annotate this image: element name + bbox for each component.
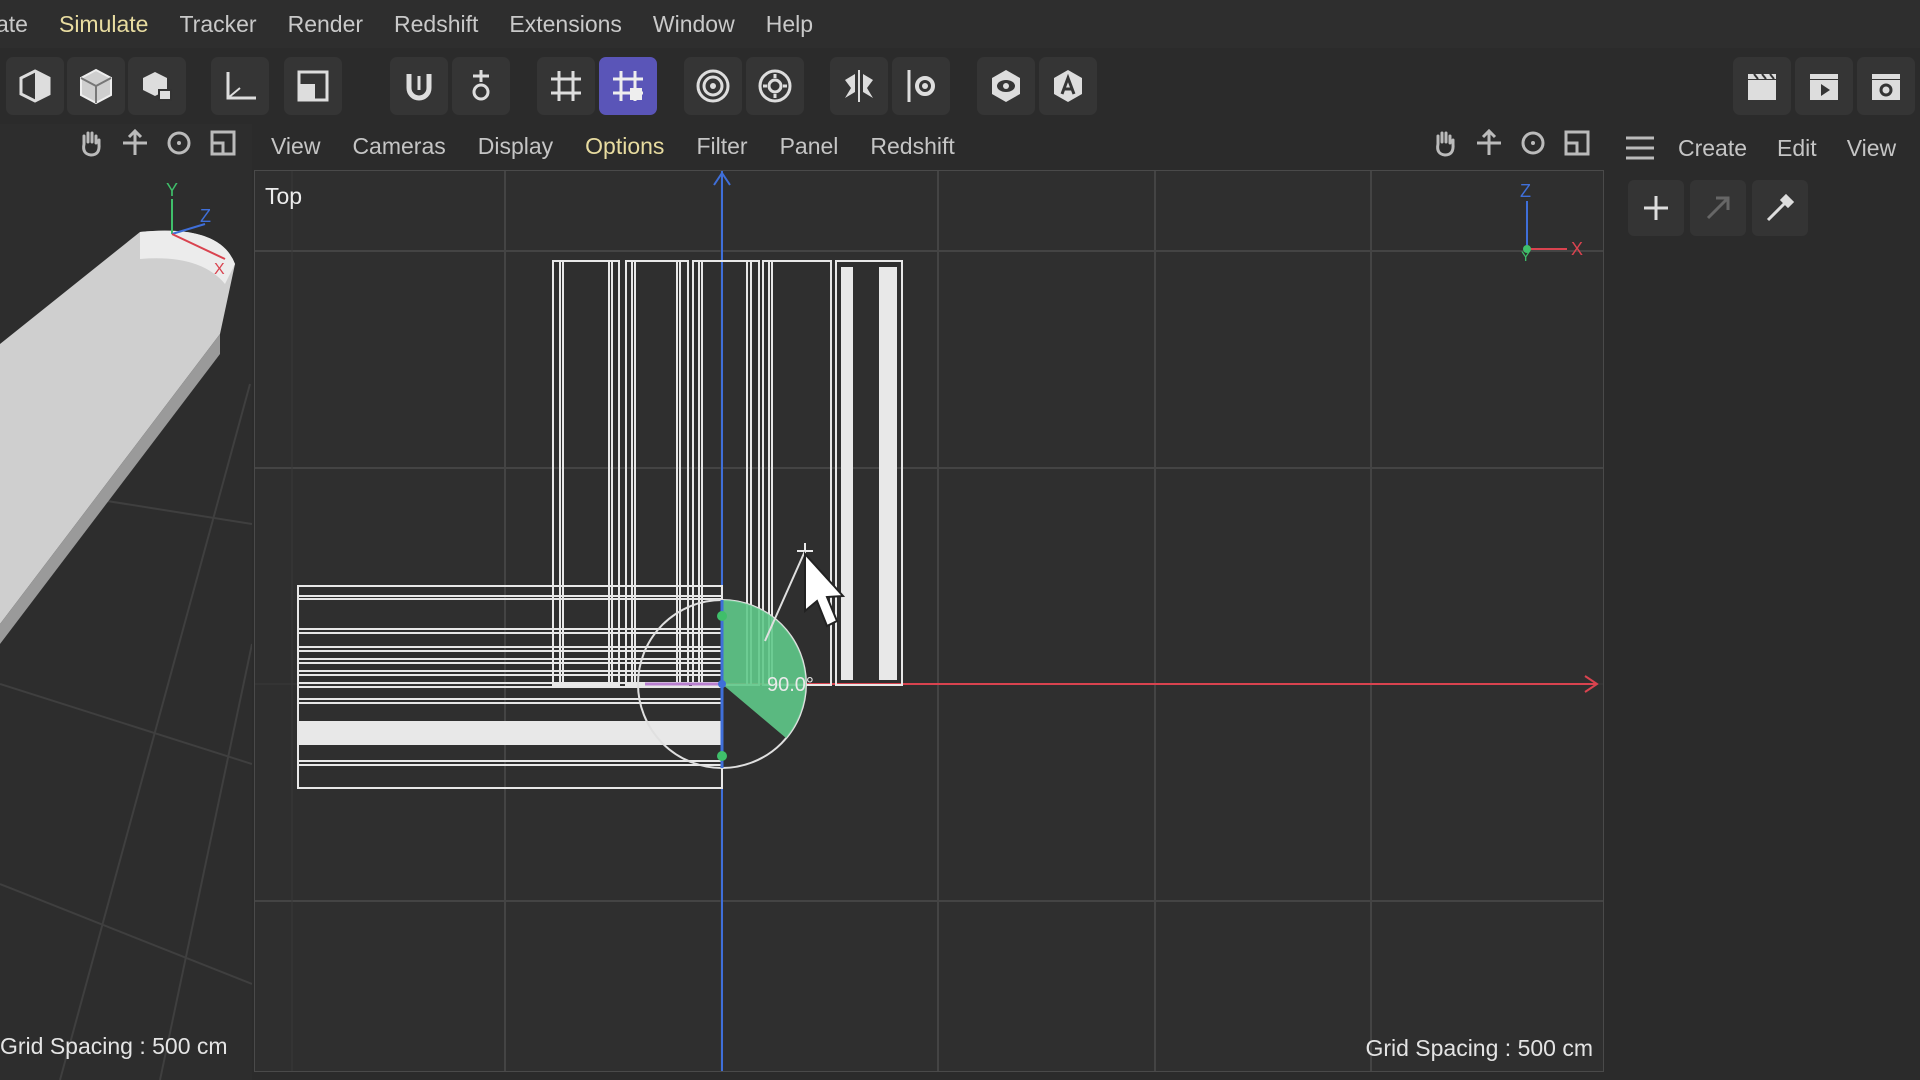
viewport-name-label: Top [265,183,303,209]
mouse-cursor-icon [804,551,846,628]
menu-item-window[interactable]: Window [653,11,735,38]
cube-solid-button[interactable] [67,57,125,115]
viewport-menu-panel[interactable]: Panel [780,133,839,160]
gear-target-icon [758,69,792,103]
right-menu-create[interactable]: Create [1678,135,1747,162]
move-icon [1477,128,1501,155]
main-pan-button[interactable] [1428,126,1462,160]
visibility-button[interactable] [977,57,1035,115]
add-button[interactable] [1628,180,1684,236]
viewport-menu-display[interactable]: Display [478,133,553,160]
cube-solid-icon [80,68,112,105]
render-settings-icon [1872,74,1900,100]
viewport-menu-cameras[interactable]: Cameras [352,133,445,160]
clapboard-button[interactable] [1733,57,1791,115]
top-viewport[interactable]: 90.0° Z Y X Top Grid Spacing : 500 cm [254,170,1604,1072]
grid-snap-active-icon [613,71,643,101]
layout-button[interactable] [206,126,240,160]
snap-settings-button[interactable] [452,57,510,115]
menu-item-simulate[interactable]: Simulate [59,11,148,38]
perspective-scene: Y Z X [0,180,252,1080]
hand-icon [82,131,101,157]
top-viewport-scene: 90.0° Z Y X [255,171,1603,1071]
gear-target-button[interactable] [746,57,804,115]
menu-item-tracker[interactable]: Tracker [179,11,256,38]
right-menu-view[interactable]: View [1847,135,1896,162]
rotate-view-button[interactable] [162,126,196,160]
menu-item-extensions[interactable]: Extensions [509,11,622,38]
grid-snap-icon [551,71,581,101]
target-icon [696,69,730,103]
attribute-button[interactable] [1039,57,1097,115]
grid-snap-active-button[interactable] [599,57,657,115]
right-panel-menubar: Create Edit View [1624,134,1896,162]
generator-icon [143,72,172,101]
main-layout-button[interactable] [1560,126,1594,160]
menu-item-redshift[interactable]: Redshift [394,11,478,38]
render-viewport-button[interactable] [1795,57,1853,115]
rotate-icon [1521,131,1545,155]
left-axis-y-label: Y [166,180,178,200]
attribute-icon [1054,70,1082,102]
viewport-menubar: View Cameras Display Options Filter Pane… [271,124,987,168]
viewport-menu-options[interactable]: Options [585,133,664,160]
visibility-icon [992,70,1020,102]
axis-icon [226,72,256,100]
magnet-icon [406,74,432,101]
top-axis-x-label: X [1571,239,1583,259]
symmetry-button[interactable] [830,57,888,115]
main-menubar: ate Simulate Tracker Render Redshift Ext… [0,0,1920,48]
top-axis-z-label: Z [1520,181,1531,201]
viewport-menu-view[interactable]: View [271,133,320,160]
symmetry-settings-button[interactable] [892,57,950,115]
axis-button[interactable] [211,57,269,115]
rotate-icon [167,131,191,155]
symmetry-settings-icon [907,70,935,102]
render-viewport-icon [1810,74,1838,100]
plus-icon [1644,196,1668,220]
pan-button[interactable] [74,126,108,160]
move-icon [123,128,147,155]
top-grid-spacing-label: Grid Spacing : 500 cm [1365,1035,1593,1061]
cube-icon [19,69,51,103]
menu-item-help[interactable]: Help [766,11,813,38]
snap-settings-icon [472,70,490,101]
right-menu-edit[interactable]: Edit [1777,135,1817,162]
magnet-button[interactable] [390,57,448,115]
hamburger-menu-icon[interactable] [1624,134,1656,162]
grid-snap-button[interactable] [537,57,595,115]
hand-icon [1436,131,1455,157]
main-viewport-nav [1428,126,1594,160]
eyedropper-icon [1766,193,1795,222]
symmetry-icon [845,70,873,102]
menu-item-create-partial[interactable]: ate [0,11,28,38]
top-axis-y-label: Y [1521,248,1531,264]
generator-button[interactable] [128,57,186,115]
viewport-menu-redshift[interactable]: Redshift [870,133,954,160]
layout-icon [1564,130,1590,156]
left-axis-z-label: Z [200,206,211,226]
viewport-menu-filter[interactable]: Filter [696,133,747,160]
left-viewport-nav [74,126,240,160]
rotation-angle-readout: 90.0° [767,674,814,696]
clapboard-icon [1748,73,1776,100]
move-button[interactable] [118,126,152,160]
main-toolbar [0,48,1920,124]
left-grid-spacing-label: Grid Spacing : 500 cm [0,1033,228,1059]
render-settings-button[interactable] [1857,57,1915,115]
left-axis-x-label: X [214,261,225,278]
perspective-viewport[interactable]: Y Z X Grid Spacing : 500 cm [0,124,252,1080]
frame-icon [297,70,329,102]
menu-item-render[interactable]: Render [288,11,363,38]
main-move-button[interactable] [1472,126,1506,160]
target-button[interactable] [684,57,742,115]
cube-button[interactable] [6,57,64,115]
link-arrow-button[interactable] [1690,180,1746,236]
right-panel: Create Edit View [1606,124,1920,1080]
picker-button[interactable] [1752,180,1808,236]
diagonal-arrow-icon [1706,196,1730,220]
main-rotate-view-button[interactable] [1516,126,1550,160]
frame-button[interactable] [284,57,342,115]
layout-icon [210,130,236,156]
